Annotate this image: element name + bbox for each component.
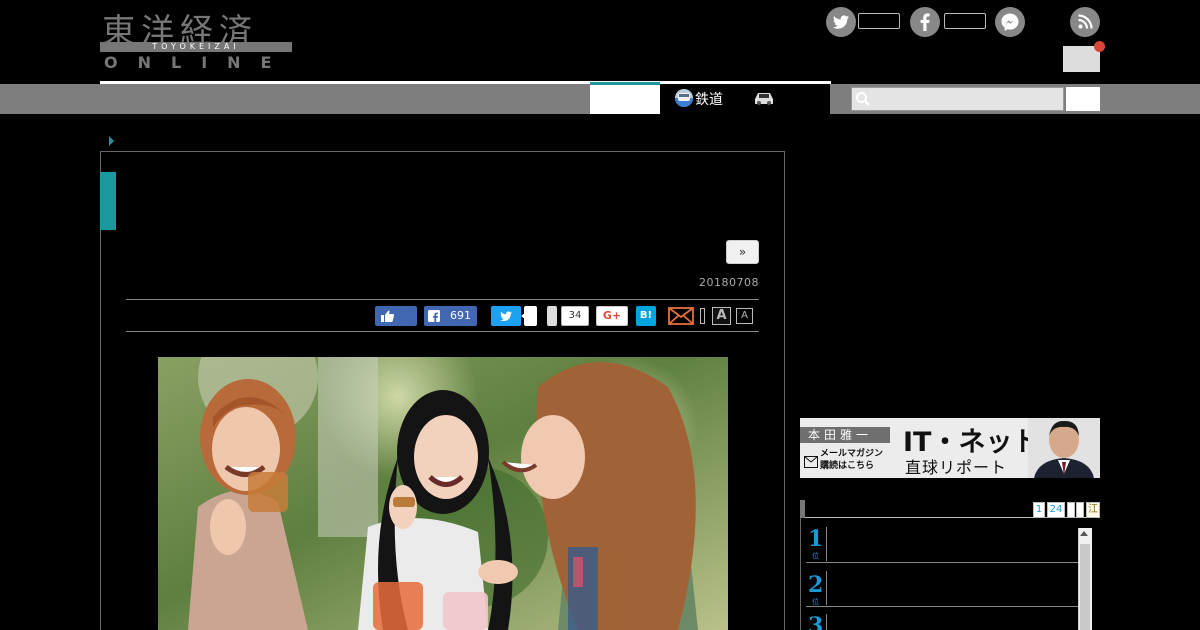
banner-subtitle: 直球リポート bbox=[905, 458, 1008, 477]
ranking-header-accent bbox=[800, 500, 805, 518]
twitter-follow-icon[interactable] bbox=[826, 7, 856, 37]
ranking-unit-1: 位 bbox=[812, 552, 819, 560]
logo-online: ONLINE bbox=[104, 53, 292, 72]
font-size-small-button[interactable]: A bbox=[736, 308, 753, 324]
car-icon[interactable] bbox=[752, 90, 776, 106]
facebook-follow-count bbox=[944, 13, 986, 29]
banner-author: 本田雅一 bbox=[800, 427, 890, 443]
train-icon bbox=[675, 89, 693, 107]
mail-share-icon[interactable] bbox=[668, 306, 694, 326]
facebook-like-button[interactable] bbox=[375, 306, 417, 326]
tweet-count bbox=[524, 306, 537, 326]
ranking-divider-3 bbox=[826, 614, 827, 630]
font-size-large-button[interactable]: A bbox=[712, 307, 731, 325]
mail-magazine-banner[interactable]: 本田雅一 メールマガジン 購読はこちら IT・ネット 直球リポート bbox=[800, 418, 1100, 478]
article-date: 20180708 bbox=[699, 276, 759, 289]
ranking-tab-edo[interactable]: 江 bbox=[1086, 502, 1100, 518]
article-title-accent bbox=[100, 172, 116, 230]
ranking-number-3: 3 bbox=[808, 613, 824, 630]
nav-tab-active[interactable] bbox=[590, 82, 660, 114]
ranking-tab-monthly[interactable] bbox=[1076, 502, 1084, 518]
ranking-list bbox=[800, 518, 1100, 630]
ranking-divider-2 bbox=[826, 571, 827, 605]
notification-badge bbox=[1094, 41, 1105, 52]
search-icon bbox=[855, 91, 871, 107]
hatena-bookmark-button[interactable]: B! bbox=[636, 306, 656, 326]
print-button[interactable] bbox=[700, 308, 705, 324]
site-logo[interactable]: 東洋経済 TOYOKEIZAI ONLINE bbox=[100, 4, 292, 72]
ranking-number-1: 1 bbox=[808, 526, 824, 552]
ranking-tab-24h[interactable]: 24 bbox=[1047, 502, 1065, 518]
logo-subtitle: TOYOKEIZAI bbox=[152, 42, 240, 51]
ranking-row-line-2 bbox=[806, 606, 1078, 607]
pocket-count: 34 bbox=[561, 306, 589, 326]
rss-icon[interactable] bbox=[1070, 7, 1100, 37]
article-main-photo bbox=[158, 357, 728, 630]
series-next-button[interactable]: » bbox=[726, 240, 759, 264]
thumbs-up-icon bbox=[381, 310, 395, 322]
ranking-divider-1 bbox=[826, 527, 827, 561]
author-portrait bbox=[1028, 418, 1100, 478]
facebook-icon bbox=[428, 310, 440, 322]
tweet-button[interactable] bbox=[491, 306, 521, 326]
google-plus-button[interactable]: G+ bbox=[596, 306, 628, 326]
banner-mail-line1: メールマガジン bbox=[820, 449, 884, 459]
nav-tab-rail[interactable]: 鉄道 bbox=[695, 89, 723, 109]
banner-mail-line2: 購読はこちら bbox=[820, 461, 875, 471]
scroll-thumb[interactable] bbox=[1080, 544, 1090, 630]
envelope-icon bbox=[804, 453, 818, 468]
facebook-share-count: 691 bbox=[450, 309, 471, 322]
ranking-row-line-1 bbox=[806, 562, 1078, 563]
pocket-button[interactable] bbox=[547, 306, 557, 326]
search-button[interactable] bbox=[1066, 87, 1100, 111]
messenger-icon[interactable] bbox=[995, 7, 1025, 37]
search-input[interactable] bbox=[851, 87, 1064, 111]
banner-mail-text: メールマガジン 購読はこちら bbox=[820, 448, 883, 472]
facebook-follow-icon[interactable] bbox=[910, 7, 940, 37]
twitter-icon bbox=[500, 311, 512, 322]
scroll-up-arrow-icon[interactable] bbox=[1080, 531, 1088, 536]
ranking-number-2: 2 bbox=[808, 572, 824, 598]
share-divider-top bbox=[126, 299, 759, 300]
twitter-follow-count bbox=[858, 13, 900, 29]
share-divider-bottom bbox=[126, 331, 759, 332]
breadcrumb-arrow-icon bbox=[109, 136, 114, 146]
ranking-tab-1h[interactable]: 1 bbox=[1033, 502, 1045, 518]
ranking-tab-weekly[interactable] bbox=[1067, 502, 1075, 518]
